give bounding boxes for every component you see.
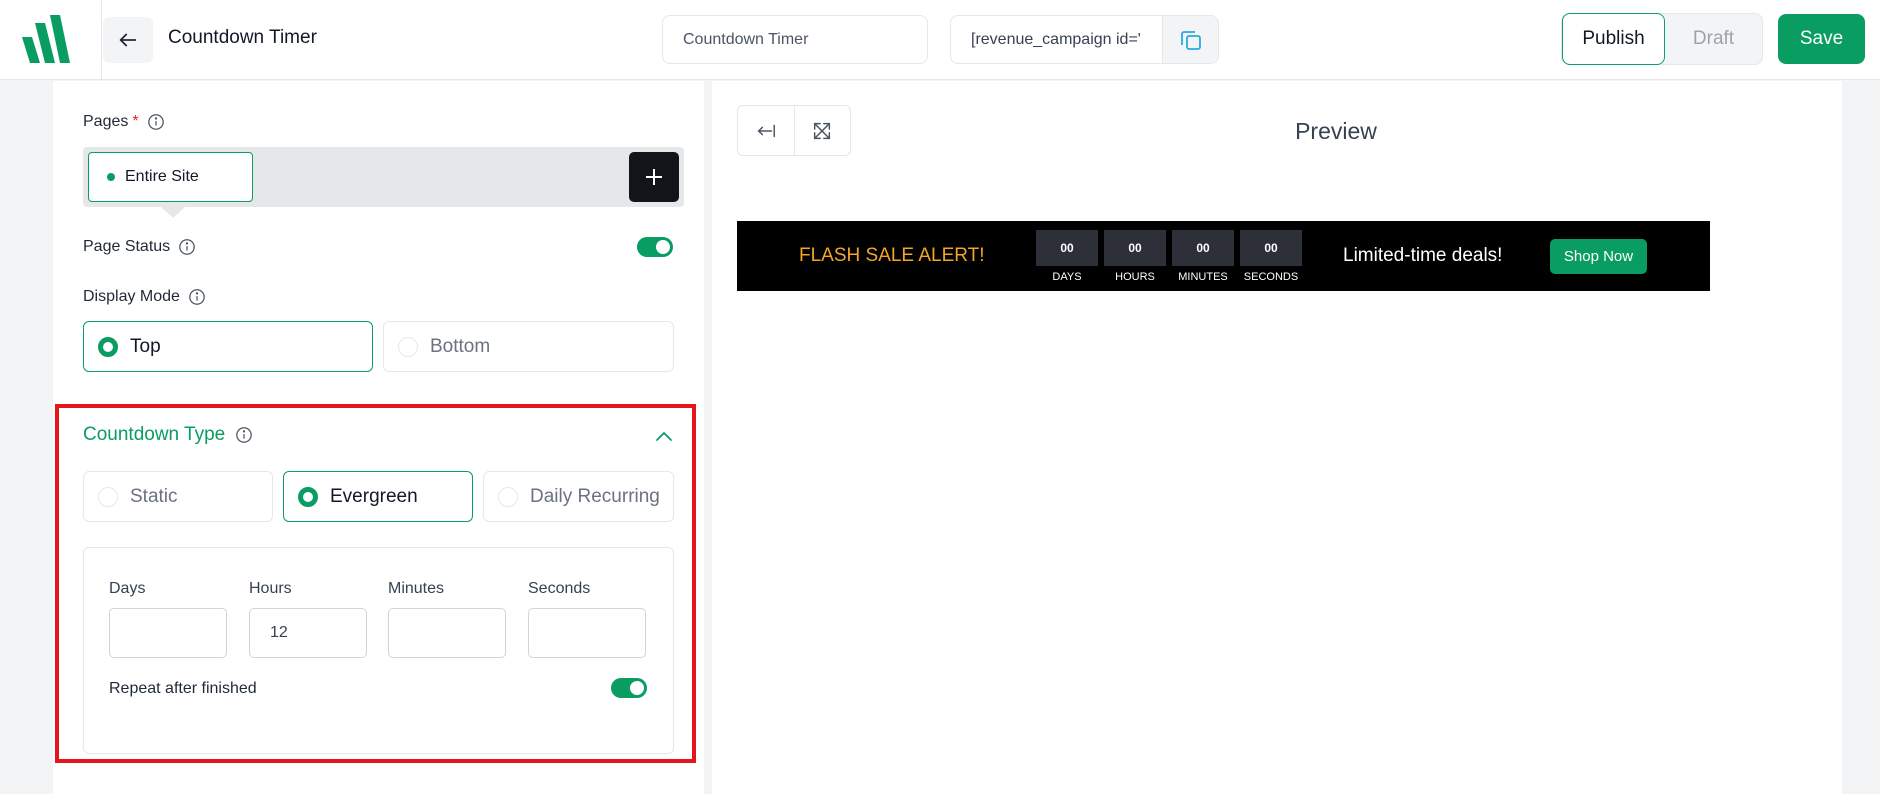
countdown-banner-preview: FLASH SALE ALERT! 00 00 00 00 DAYS HOURS… bbox=[737, 221, 1710, 291]
add-page-button[interactable] bbox=[629, 152, 679, 202]
top-header: Countdown Timer [revenue_campaign id=' P… bbox=[0, 0, 1880, 80]
countdown-days-value: 00 bbox=[1036, 230, 1098, 266]
countdown-hours-value: 00 bbox=[1104, 230, 1166, 266]
shop-now-button[interactable]: Shop Now bbox=[1550, 239, 1647, 274]
header-divider bbox=[101, 0, 102, 80]
page-status-label-row: Page Status bbox=[83, 238, 196, 256]
page-title: Countdown Timer bbox=[168, 27, 317, 48]
preview-panel: Preview FLASH SALE ALERT! 00 00 00 00 DA… bbox=[712, 81, 1842, 794]
draft-button[interactable]: Draft bbox=[1665, 14, 1762, 64]
shortcode-text[interactable]: [revenue_campaign id=' bbox=[951, 16, 1162, 63]
radio-button bbox=[98, 336, 118, 357]
countdown-seconds-value: 00 bbox=[1240, 230, 1302, 266]
save-button[interactable]: Save bbox=[1778, 14, 1865, 64]
countdown-minutes-value: 00 bbox=[1172, 230, 1234, 266]
info-icon[interactable] bbox=[147, 113, 165, 131]
page-chip-label: Entire Site bbox=[125, 168, 199, 185]
display-mode-label: Display Mode bbox=[83, 288, 180, 305]
status-dot bbox=[107, 173, 115, 181]
banner-headline: FLASH SALE ALERT! bbox=[799, 245, 985, 266]
display-mode-top[interactable]: Top bbox=[83, 321, 373, 372]
copy-shortcode-button[interactable] bbox=[1162, 16, 1218, 63]
countdown-minutes-label: MINUTES bbox=[1178, 271, 1228, 283]
page-status-label: Page Status bbox=[83, 238, 171, 255]
required-mark: * bbox=[132, 113, 139, 130]
display-mode-option: Top bbox=[130, 335, 161, 357]
publish-button[interactable]: Publish bbox=[1562, 13, 1665, 65]
highlight-box bbox=[55, 404, 696, 763]
banner-subtext: Limited-time deals! bbox=[1343, 245, 1503, 266]
countdown-hours-label: HOURS bbox=[1115, 271, 1155, 283]
info-icon[interactable] bbox=[178, 238, 196, 256]
back-button[interactable] bbox=[103, 17, 153, 63]
pages-selector: Entire Site bbox=[83, 147, 684, 207]
display-mode-option: Bottom bbox=[430, 335, 491, 357]
display-mode-label-row: Display Mode bbox=[83, 288, 206, 306]
pages-label-row: Pages * bbox=[83, 113, 165, 131]
page-status-switch[interactable] bbox=[637, 237, 673, 257]
shortcode-field: [revenue_campaign id=' bbox=[950, 15, 1219, 64]
arrow-left-icon bbox=[119, 33, 137, 47]
pages-label: Pages bbox=[83, 113, 129, 130]
status-toggle: Publish Draft bbox=[1561, 13, 1763, 65]
countdown-days-label: DAYS bbox=[1052, 271, 1082, 283]
preview-title: Preview bbox=[1295, 118, 1377, 144]
pages-pointer bbox=[161, 207, 185, 218]
page-chip-entire-site[interactable]: Entire Site bbox=[88, 152, 253, 202]
campaign-title-input[interactable] bbox=[662, 15, 928, 64]
radio-button bbox=[398, 336, 418, 357]
copy-icon bbox=[1180, 30, 1201, 50]
display-mode-bottom[interactable]: Bottom bbox=[383, 321, 674, 372]
plus-icon bbox=[646, 169, 662, 185]
countdown-seconds-label: SECONDS bbox=[1243, 271, 1299, 283]
info-icon[interactable] bbox=[188, 288, 206, 306]
brand-logo[interactable] bbox=[22, 15, 74, 63]
